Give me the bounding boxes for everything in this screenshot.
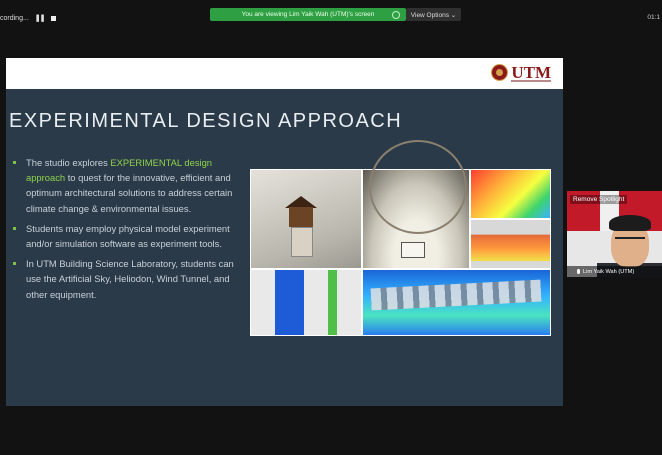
remove-spotlight-button[interactable]: Remove Spotlight bbox=[570, 195, 628, 204]
participant-video[interactable]: Remove Spotlight Lim Yaik Wah (UTM) bbox=[567, 191, 662, 277]
status-dot-icon bbox=[392, 10, 400, 19]
signal-icon bbox=[569, 269, 574, 274]
utm-logo-text: UTM bbox=[511, 63, 551, 82]
physical-model-photo bbox=[251, 170, 361, 268]
view-options-button[interactable]: View Options ⌄ bbox=[406, 8, 461, 21]
bullet-text: In UTM Building Science Laboratory, stud… bbox=[26, 258, 234, 300]
image-collage bbox=[250, 140, 551, 336]
utm-seal-icon bbox=[491, 64, 509, 81]
model-simulation-grid-image bbox=[251, 270, 361, 335]
thermal-simulation-image bbox=[471, 220, 550, 268]
participant-name: Lim Yaik Wah (UTM) bbox=[583, 268, 635, 275]
bullet-list: The studio explores EXPERIMENTAL design … bbox=[12, 155, 244, 307]
microphone-icon bbox=[577, 269, 580, 274]
view-options-label: View Options ⌄ bbox=[410, 11, 457, 19]
pause-icon[interactable]: ❚❚ bbox=[35, 14, 46, 22]
participant-name-tag: Lim Yaik Wah (UTM) bbox=[567, 266, 662, 277]
stop-icon[interactable] bbox=[50, 15, 56, 21]
bullet-text: The studio explores bbox=[26, 157, 111, 168]
daylight-simulation-image bbox=[471, 170, 550, 218]
recording-label: cording... bbox=[0, 14, 29, 22]
utm-logo: UTM bbox=[491, 64, 551, 81]
artificial-sky-photo bbox=[363, 140, 469, 268]
shared-slide: UTM EXPERIMENTAL DESIGN APPROACH The stu… bbox=[6, 58, 563, 406]
meeting-timer: 01:1 bbox=[647, 14, 660, 21]
slide-header: UTM bbox=[6, 58, 563, 89]
utm-logo-underline bbox=[511, 80, 551, 82]
slide-title: EXPERIMENTAL DESIGN APPROACH bbox=[9, 110, 403, 132]
screen-share-banner: You are viewing Lim Yaik Wah (UTM)'s scr… bbox=[210, 8, 406, 21]
bullet-item: Students may employ physical model exper… bbox=[12, 221, 244, 251]
banner-text: You are viewing Lim Yaik Wah (UTM)'s scr… bbox=[241, 11, 375, 18]
bullet-item: The studio explores EXPERIMENTAL design … bbox=[12, 155, 244, 216]
bullet-text: Students may employ physical model exper… bbox=[26, 222, 230, 250]
wind-simulation-image bbox=[363, 270, 550, 335]
bullet-item: In UTM Building Science Laboratory, stud… bbox=[12, 256, 244, 302]
recording-indicator: cording... ❚❚ bbox=[0, 10, 56, 26]
